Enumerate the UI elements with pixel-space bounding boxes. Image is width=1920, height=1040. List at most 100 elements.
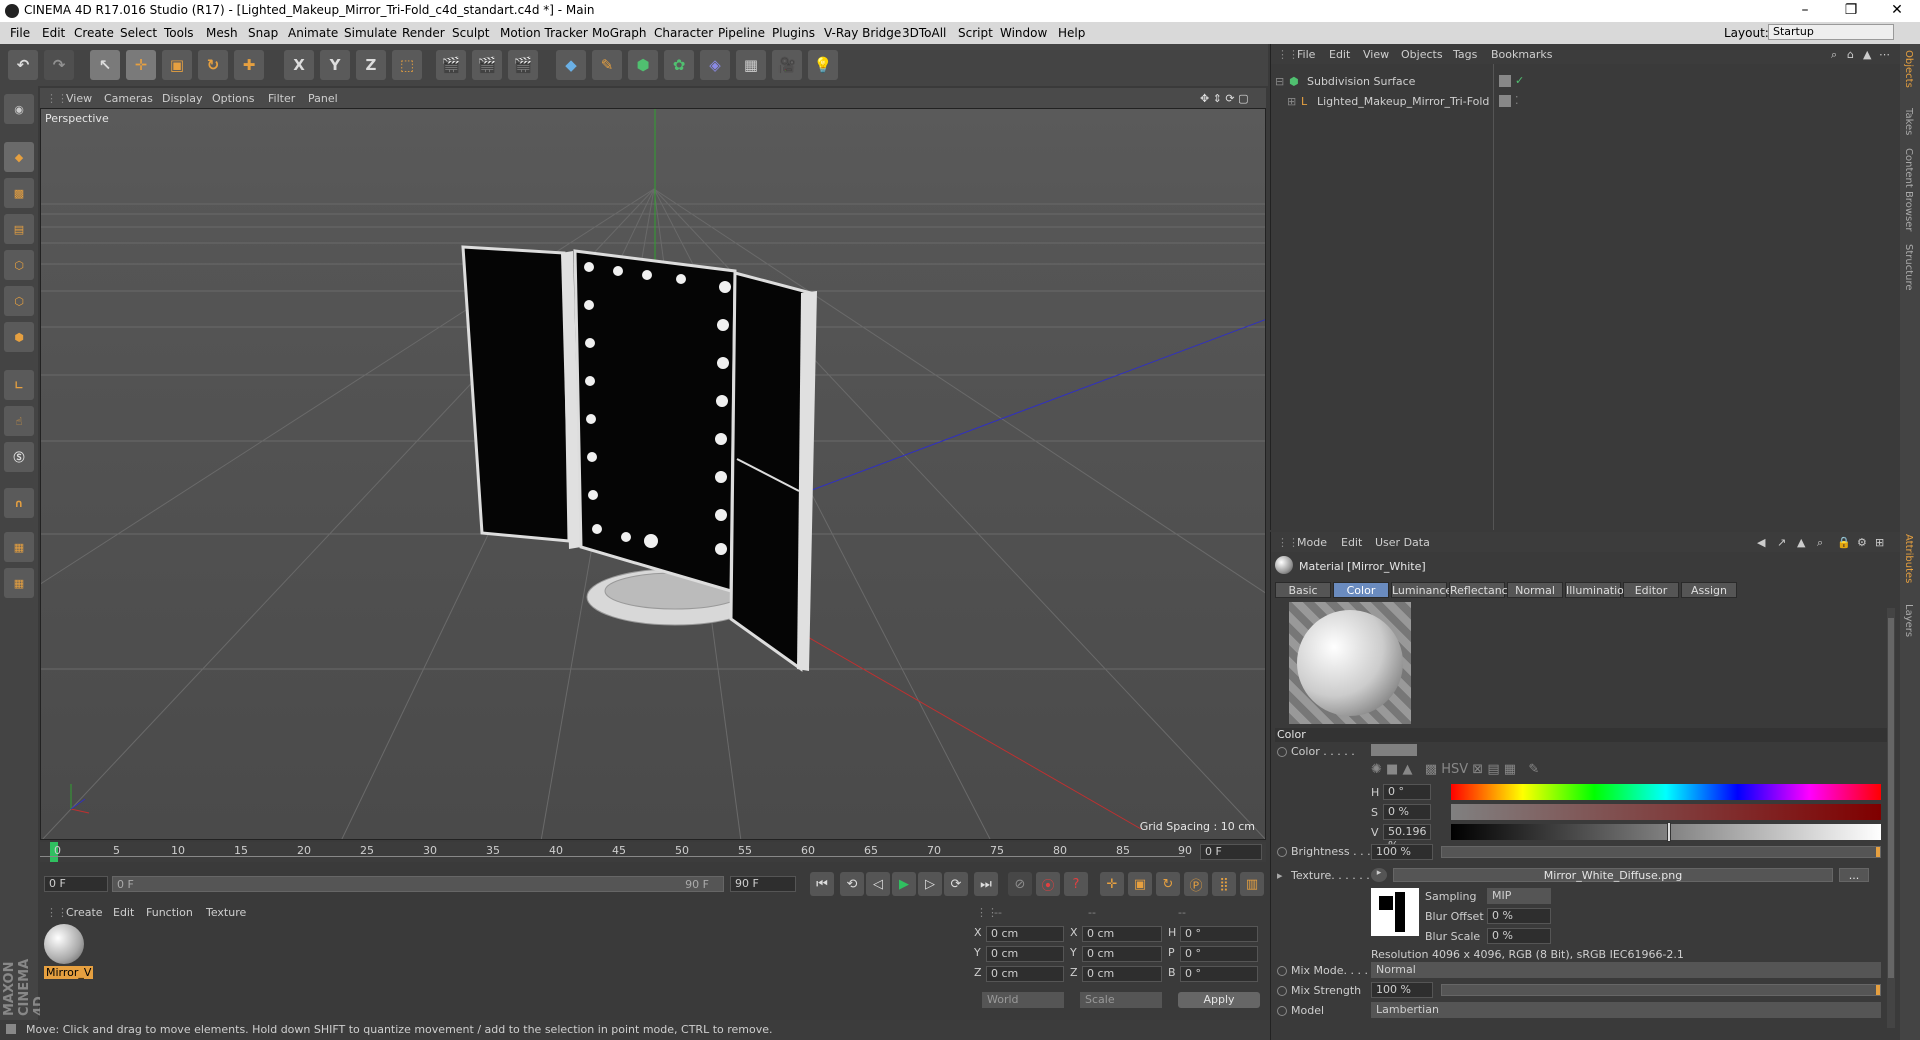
key-rotation-icon[interactable]: ↻ [1156,872,1180,896]
autokey-icon[interactable]: ⦿ [1036,872,1060,896]
menu-create[interactable]: Create [74,26,114,40]
menu-render[interactable]: Render [402,26,445,40]
coord-space-dropdown[interactable]: World [982,992,1064,1008]
tab-basic[interactable]: Basic [1275,582,1331,598]
mix-strength-field[interactable]: 100 % [1371,982,1433,998]
workplane-snap-icon[interactable]: ▦ [4,568,34,598]
mat-menu-create[interactable]: Create [66,906,103,919]
mix-mode-dropdown[interactable]: Normal [1371,962,1881,978]
attr-menu-edit[interactable]: Edit [1341,536,1362,549]
y-axis-lock-button[interactable]: Y [320,50,350,80]
menu-file[interactable]: File [10,26,30,40]
close-button[interactable]: ✕ [1874,0,1920,22]
tweak-mode-icon[interactable]: ☝ [4,406,34,436]
coord-size-y-field[interactable]: 0 cm [1082,946,1162,962]
menu-vray-bridge[interactable]: V-Ray Bridge [824,26,901,40]
side-tab-structure[interactable]: Structure [1903,244,1914,291]
coord-mode-dropdown[interactable]: Scale [1080,992,1162,1008]
menu-mesh[interactable]: Mesh [206,26,238,40]
sampling-dropdown[interactable]: MIP [1487,888,1551,904]
menu-sculpt[interactable]: Sculpt [452,26,489,40]
tab-normal[interactable]: Normal [1507,582,1563,598]
key-position-icon[interactable]: ✛ [1100,872,1124,896]
menu-3dtoall[interactable]: 3DToAll [902,26,946,40]
key-pla-icon[interactable]: ⣿ [1212,872,1236,896]
model-dropdown[interactable]: Lambertian [1371,1002,1881,1018]
menu-window[interactable]: Window [1000,26,1047,40]
layout-dropdown[interactable]: Startup [1768,24,1894,40]
tab-editor[interactable]: Editor [1623,582,1679,598]
viewport-menu-display[interactable]: Display [162,92,203,105]
menu-edit[interactable]: Edit [42,26,65,40]
menu-plugins[interactable]: Plugins [772,26,815,40]
mirror-model[interactable] [461,245,817,672]
make-editable-icon[interactable]: ◉ [4,94,34,124]
render-settings-icon[interactable]: 🎬 [508,50,538,80]
obj-more-icon[interactable]: ⋯ [1879,48,1890,61]
play-icon[interactable]: ▶ [892,872,916,896]
previous-frame-icon[interactable]: ◁ [866,872,890,896]
tab-color[interactable]: Color [1333,582,1389,598]
attr-back-icon[interactable]: ◀ [1757,536,1765,549]
mix-strength-slider[interactable] [1441,984,1881,996]
menu-help[interactable]: Help [1058,26,1085,40]
key-scale-icon[interactable]: ▣ [1128,872,1152,896]
viewport-menu-options[interactable]: Options [212,92,254,105]
attr-settings-icon[interactable]: ⚙ [1857,536,1867,549]
model-anim-radio[interactable] [1277,1006,1287,1016]
render-picture-viewer-icon[interactable]: 🎬 [472,50,502,80]
menu-animate[interactable]: Animate [288,26,338,40]
preview-range-slider[interactable]: 0 F 90 F [112,876,724,892]
x-axis-lock-button[interactable]: X [284,50,314,80]
attr-menu-mode[interactable]: Mode [1297,536,1327,549]
workplane-lock-icon[interactable]: ▦ [4,532,34,562]
hue-field[interactable]: 0 ° [1383,784,1431,800]
hue-slider[interactable] [1451,784,1881,800]
blur-offset-field[interactable]: 0 % [1487,908,1551,924]
obj-home-icon[interactable]: ⌂ [1847,48,1854,61]
brightness-field[interactable]: 100 % [1371,844,1433,860]
tab-illumination[interactable]: Illumination [1565,582,1631,598]
model-mode-icon[interactable]: ◆ [4,142,34,172]
material-preview[interactable] [1289,602,1411,724]
subdivision-surface-icon[interactable]: ⬢ [628,50,658,80]
texture-menu-icon[interactable]: ▸ [1371,868,1387,882]
attributes-scrollbar[interactable] [1887,608,1895,1028]
tab-luminance[interactable]: Luminance [1391,582,1452,598]
mix-mode-anim-radio[interactable] [1277,966,1287,976]
3d-viewport[interactable]: Perspective Grid Spacing : 10 cm [40,108,1266,840]
obj-menu-objects[interactable]: Objects [1401,48,1443,61]
menu-character[interactable]: Character [654,26,713,40]
menu-pipeline[interactable]: Pipeline [718,26,765,40]
obj-menu-view[interactable]: View [1363,48,1389,61]
start-frame-field[interactable]: 0 F [44,876,108,892]
color-swatch[interactable] [1371,744,1417,756]
viewport-menu-panel[interactable]: Panel [308,92,338,105]
axis-mode-icon[interactable]: ∟ [4,370,34,400]
obj-menu-tags[interactable]: Tags [1453,48,1477,61]
value-field[interactable]: 50.196 % [1383,824,1431,852]
deformer-icon[interactable]: ◈ [700,50,730,80]
obj-menu-file[interactable]: File [1297,48,1315,61]
attributes-scrollbar-thumb[interactable] [1888,618,1894,978]
timeline-window-icon[interactable]: ▥ [1240,872,1264,896]
side-tab-takes[interactable]: Takes [1903,108,1914,135]
attr-search-icon[interactable]: ⌕ [1817,536,1823,550]
render-view-icon[interactable]: 🎬 [436,50,466,80]
texture-mode-icon[interactable]: ▩ [4,178,34,208]
expand-icon[interactable]: ⊟ [1275,75,1284,88]
brightness-slider[interactable] [1441,846,1881,858]
key-parameter-icon[interactable]: Ⓟ [1184,872,1208,896]
edges-mode-icon[interactable]: ⬡ [4,286,34,316]
rotate-tool-icon[interactable]: ↻ [198,50,228,80]
menu-mograph[interactable]: MoGraph [592,26,647,40]
menu-tools[interactable]: Tools [164,26,194,40]
viewport-nav-icons[interactable]: ✥ ⇕ ⟳ ▢ [1200,92,1249,105]
attr-new-panel-icon[interactable]: ⊞ [1875,536,1884,549]
enabled-check-icon[interactable]: ✓ [1515,74,1524,87]
coord-size-x-field[interactable]: 0 cm [1082,926,1162,942]
menu-motion-tracker[interactable]: Motion Tracker [500,26,588,40]
mat-menu-function[interactable]: Function [146,906,193,919]
object-row-subdivision[interactable]: ⊟ ⬢ Subdivision Surface ✓ [1275,74,1895,90]
obj-search-icon[interactable]: ⌕ [1831,48,1837,62]
